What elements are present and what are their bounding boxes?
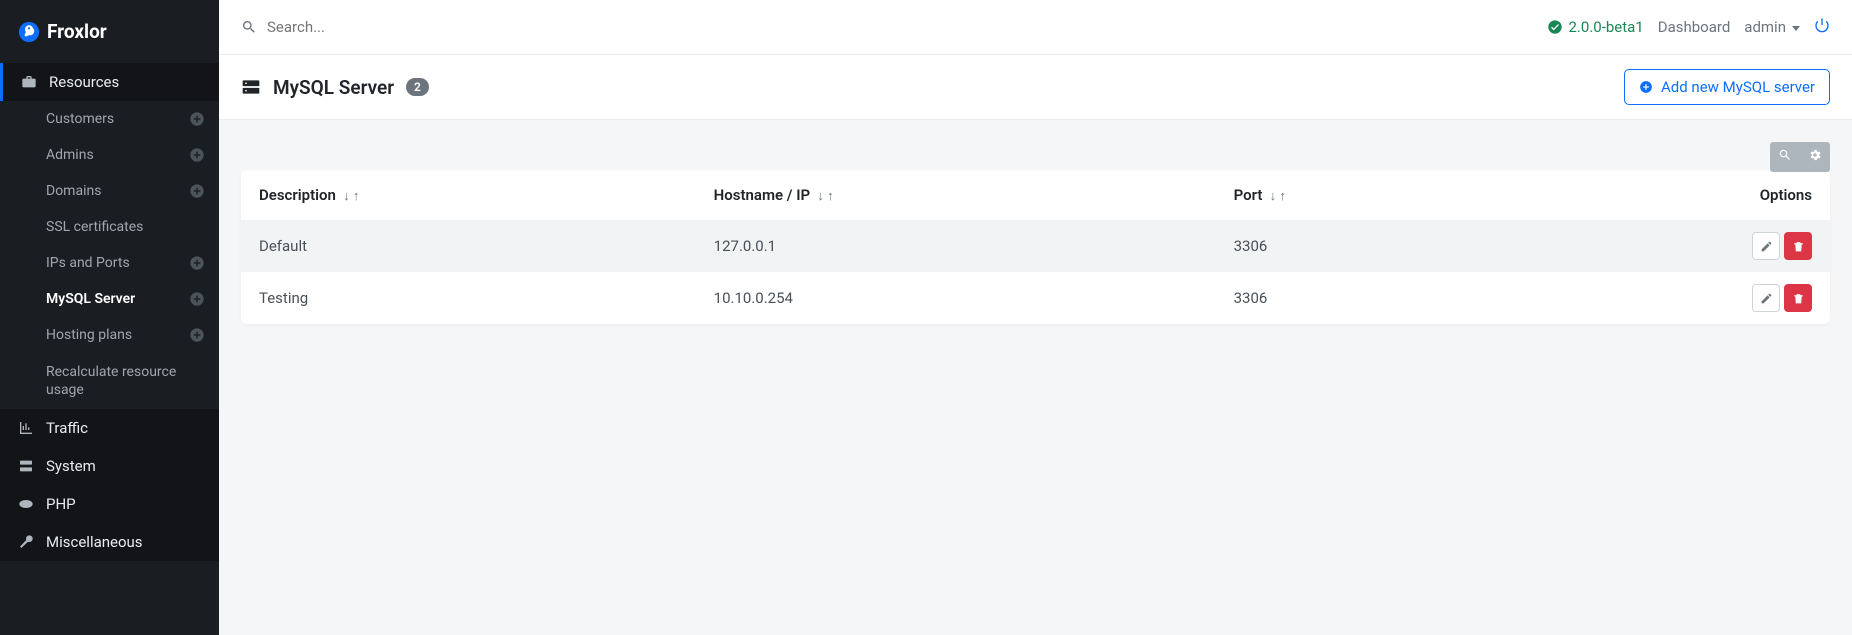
sidebar-item-label: Recalculate resource usage	[46, 363, 205, 399]
add-label: Add new MySQL server	[1661, 78, 1815, 96]
table-row: Testing10.10.0.2543306	[241, 272, 1830, 324]
edit-icon	[1760, 240, 1773, 253]
sidebar-item-label: IPs and Ports	[46, 255, 130, 271]
plus-circle-icon[interactable]	[189, 183, 205, 199]
edit-button[interactable]	[1752, 284, 1780, 312]
nav-label: PHP	[46, 495, 76, 513]
search-icon	[1778, 148, 1792, 162]
version-link[interactable]: 2.0.0-beta1	[1547, 18, 1644, 36]
nav-section-misc[interactable]: Miscellaneous	[0, 523, 219, 561]
sort-icon: ↓ ↑	[340, 189, 359, 204]
nav-section-php[interactable]: PHP	[0, 485, 219, 523]
server-icon	[18, 458, 34, 474]
logo-text: Froxlor	[47, 20, 107, 43]
plus-circle-icon[interactable]	[189, 327, 205, 343]
briefcase-icon	[21, 74, 37, 90]
plus-circle-icon[interactable]	[189, 111, 205, 127]
sidebar-item-admins[interactable]: Admins	[0, 137, 219, 173]
plus-circle-icon	[1639, 80, 1653, 94]
col-description[interactable]: Description ↓ ↑	[241, 170, 696, 220]
sidebar-item-label: Customers	[46, 111, 114, 127]
nav-label: Traffic	[46, 419, 88, 437]
search-input[interactable]	[267, 18, 567, 36]
nav: Resources Customers Admins Domains SSL cert…	[0, 63, 219, 561]
gear-icon	[1808, 148, 1822, 162]
sidebar-item-customers[interactable]: Customers	[0, 101, 219, 137]
power-icon	[1814, 17, 1830, 33]
nav-section-system[interactable]: System	[0, 447, 219, 485]
delete-button[interactable]	[1784, 232, 1812, 260]
edit-button[interactable]	[1752, 232, 1780, 260]
cell-desc: Testing	[241, 272, 696, 324]
chart-icon	[18, 420, 34, 436]
col-port[interactable]: Port ↓ ↑	[1216, 170, 1510, 220]
version-text: 2.0.0-beta1	[1569, 18, 1644, 36]
plus-circle-icon[interactable]	[189, 255, 205, 271]
wrench-icon	[18, 534, 34, 550]
sidebar-item-label: MySQL Server	[46, 291, 135, 307]
cell-port: 3306	[1216, 220, 1510, 272]
content-header: MySQL Server 2 Add new MySQL server	[219, 55, 1852, 120]
cell-options	[1510, 220, 1830, 272]
nav-section-resources[interactable]: Resources	[0, 63, 219, 101]
server-icon	[241, 77, 261, 97]
nav-label: System	[46, 457, 96, 475]
delete-button[interactable]	[1784, 284, 1812, 312]
edit-icon	[1760, 292, 1773, 305]
col-hostname[interactable]: Hostname / IP ↓ ↑	[696, 170, 1216, 220]
user-menu[interactable]: admin	[1744, 18, 1800, 36]
sidebar-item-domains[interactable]: Domains	[0, 173, 219, 209]
plus-circle-icon[interactable]	[189, 147, 205, 163]
php-icon	[18, 496, 34, 512]
trash-icon	[1792, 240, 1805, 253]
sort-icon: ↓ ↑	[1266, 189, 1285, 204]
table-tools	[1770, 142, 1830, 172]
nav-section-label: Resources	[49, 73, 119, 91]
trash-icon	[1792, 292, 1805, 305]
cell-desc: Default	[241, 220, 696, 272]
count-badge: 2	[406, 78, 429, 96]
check-circle-icon	[1547, 19, 1563, 35]
plus-circle-icon[interactable]	[189, 291, 205, 307]
cell-host: 127.0.0.1	[696, 220, 1216, 272]
search-icon	[241, 19, 257, 35]
table-settings-button[interactable]	[1800, 142, 1830, 172]
cell-port: 3306	[1216, 272, 1510, 324]
sidebar-item-label: Hosting plans	[46, 327, 132, 343]
sidebar-item-hosting-plans[interactable]: Hosting plans	[0, 317, 219, 353]
add-mysql-button[interactable]: Add new MySQL server	[1624, 69, 1830, 105]
table-search-button[interactable]	[1770, 142, 1800, 172]
mysql-table: Description ↓ ↑ Hostname / IP ↓ ↑ Port ↓…	[241, 170, 1830, 324]
topbar: 2.0.0-beta1 Dashboard admin	[219, 0, 1852, 55]
logout-button[interactable]	[1814, 17, 1830, 37]
content: Description ↓ ↑ Hostname / IP ↓ ↑ Port ↓…	[219, 120, 1852, 346]
logo-icon	[18, 21, 40, 43]
main-area: 2.0.0-beta1 Dashboard admin MySQL Server…	[219, 0, 1852, 635]
sidebar-item-ssl-certificates[interactable]: SSL certificates	[0, 209, 219, 245]
sidebar: Froxlor Resources Customers Admins Domains…	[0, 0, 219, 635]
sidebar-item-label: Admins	[46, 147, 94, 163]
cell-host: 10.10.0.254	[696, 272, 1216, 324]
nav-label: Miscellaneous	[46, 533, 143, 551]
sidebar-item-label: Domains	[46, 183, 101, 199]
sidebar-item-recalculate-resource-usage[interactable]: Recalculate resource usage	[0, 353, 219, 409]
nav-section-traffic[interactable]: Traffic	[0, 409, 219, 447]
sidebar-item-mysql-server[interactable]: MySQL Server	[0, 281, 219, 317]
col-options: Options	[1510, 170, 1830, 220]
table-row: Default127.0.0.13306	[241, 220, 1830, 272]
dashboard-link[interactable]: Dashboard	[1658, 18, 1731, 36]
sort-icon: ↓ ↑	[814, 189, 833, 204]
sidebar-item-ips-and-ports[interactable]: IPs and Ports	[0, 245, 219, 281]
cell-options	[1510, 272, 1830, 324]
search-box	[241, 18, 1547, 36]
table-panel: Description ↓ ↑ Hostname / IP ↓ ↑ Port ↓…	[241, 170, 1830, 324]
sidebar-item-label: SSL certificates	[46, 219, 143, 235]
page-title: MySQL Server	[273, 76, 394, 99]
logo[interactable]: Froxlor	[0, 0, 219, 63]
